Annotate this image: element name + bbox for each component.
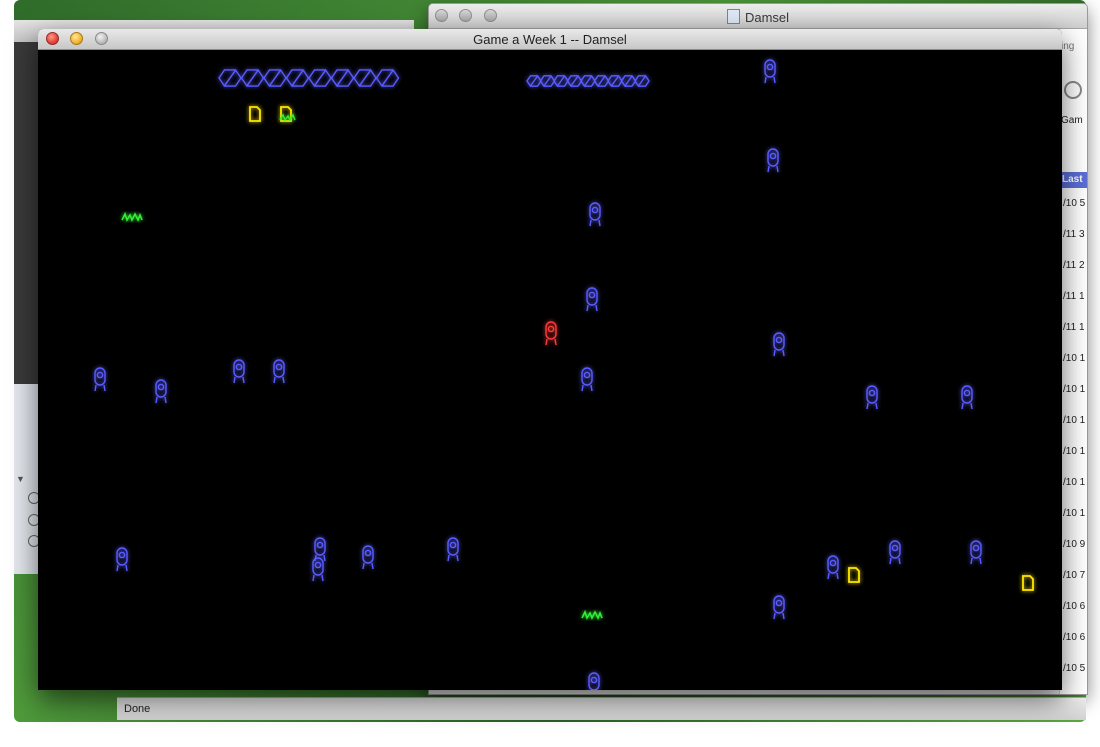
search-icon[interactable] [1064, 81, 1082, 99]
date-cell: /10 5 [1063, 198, 1086, 209]
pedestrian-leg [312, 574, 315, 582]
player-character-leg [545, 338, 548, 346]
pedestrian-leg [581, 384, 584, 392]
pedestrian-leg [979, 557, 982, 565]
date-cell: /10 1 [1063, 508, 1086, 519]
date-cell: /10 9 [1063, 539, 1086, 550]
date-cell: /10 1 [1063, 384, 1086, 395]
pedestrian-leg [321, 574, 324, 582]
pedestrian-leg [362, 562, 365, 570]
pedestrian-leg [773, 76, 776, 84]
column-header[interactable]: Gam [1061, 115, 1083, 126]
date-cell: /10 1 [1063, 353, 1086, 364]
pedestrian-leg [595, 304, 598, 312]
disclosure-triangle-icon: ▼ [16, 474, 25, 484]
pedestrian-leg [970, 557, 973, 565]
pedestrian-leg [273, 376, 276, 384]
pedestrian-leg [103, 384, 106, 392]
date-cell: /11 1 [1063, 291, 1085, 302]
pedestrian-leg [773, 349, 776, 357]
player-character-leg [554, 338, 557, 346]
pedestrian-leg [589, 219, 592, 227]
pedestrian-leg [782, 612, 785, 620]
document-icon [726, 9, 740, 24]
pedestrian-leg [961, 402, 964, 410]
date-cell: /10 1 [1063, 415, 1086, 426]
pedestrian-leg [767, 165, 770, 173]
game-window[interactable]: Game a Week 1 -- Damsel [38, 29, 1062, 690]
pedestrian-leg [242, 376, 245, 384]
game-background [38, 50, 1062, 690]
pedestrian-leg [125, 564, 128, 572]
date-cell: /10 5 [1063, 663, 1086, 674]
date-cell: /10 6 [1063, 601, 1086, 612]
pedestrian-leg [94, 384, 97, 392]
pedestrian-leg [590, 384, 593, 392]
pedestrian-leg [456, 554, 459, 562]
pedestrian-leg [898, 557, 901, 565]
game-window-title: Game a Week 1 -- Damsel [473, 32, 627, 47]
date-cell: /11 2 [1063, 260, 1085, 271]
date-cell: /11 1 [1063, 322, 1085, 333]
pedestrian-leg [889, 557, 892, 565]
status-text: Done [124, 703, 151, 715]
date-cell: /10 1 [1063, 477, 1086, 488]
partial-toolbar-text: ing [1061, 41, 1075, 52]
column-header-selected[interactable]: Last P [1060, 172, 1087, 201]
pedestrian-leg [764, 76, 767, 84]
pedestrian-leg [282, 376, 285, 384]
pedestrian-leg [875, 402, 878, 410]
pedestrian-leg [598, 219, 601, 227]
pedestrian-leg [116, 564, 119, 572]
pedestrian-leg [371, 562, 374, 570]
pedestrian-leg [233, 376, 236, 384]
pedestrian-leg [776, 165, 779, 173]
date-cell: /10 6 [1063, 632, 1086, 643]
pedestrian-leg [836, 572, 839, 580]
pedestrian-leg [773, 612, 776, 620]
pedestrian-leg [782, 349, 785, 357]
background-window-title: Damsel [429, 9, 1087, 25]
pedestrian-leg [447, 554, 450, 562]
background-list-pane: ing Gam Last P /10 5/11 3/11 2/11 1/11 1… [1059, 29, 1087, 694]
pedestrian-leg [323, 554, 326, 562]
status-bar: Done [117, 697, 1086, 720]
date-cell: /10 1 [1063, 446, 1086, 457]
background-window-titlebar: Damsel [429, 4, 1087, 29]
pedestrian-leg [155, 396, 158, 404]
date-cell: /10 7 [1063, 570, 1086, 581]
game-window-titlebar[interactable]: Game a Week 1 -- Damsel [38, 29, 1062, 50]
pedestrian-leg [586, 304, 589, 312]
date-cell: /11 3 [1063, 229, 1085, 240]
game-canvas[interactable] [38, 50, 1062, 690]
pedestrian-leg [866, 402, 869, 410]
pedestrian-leg [970, 402, 973, 410]
pedestrian-leg [164, 396, 167, 404]
pedestrian-leg [827, 572, 830, 580]
